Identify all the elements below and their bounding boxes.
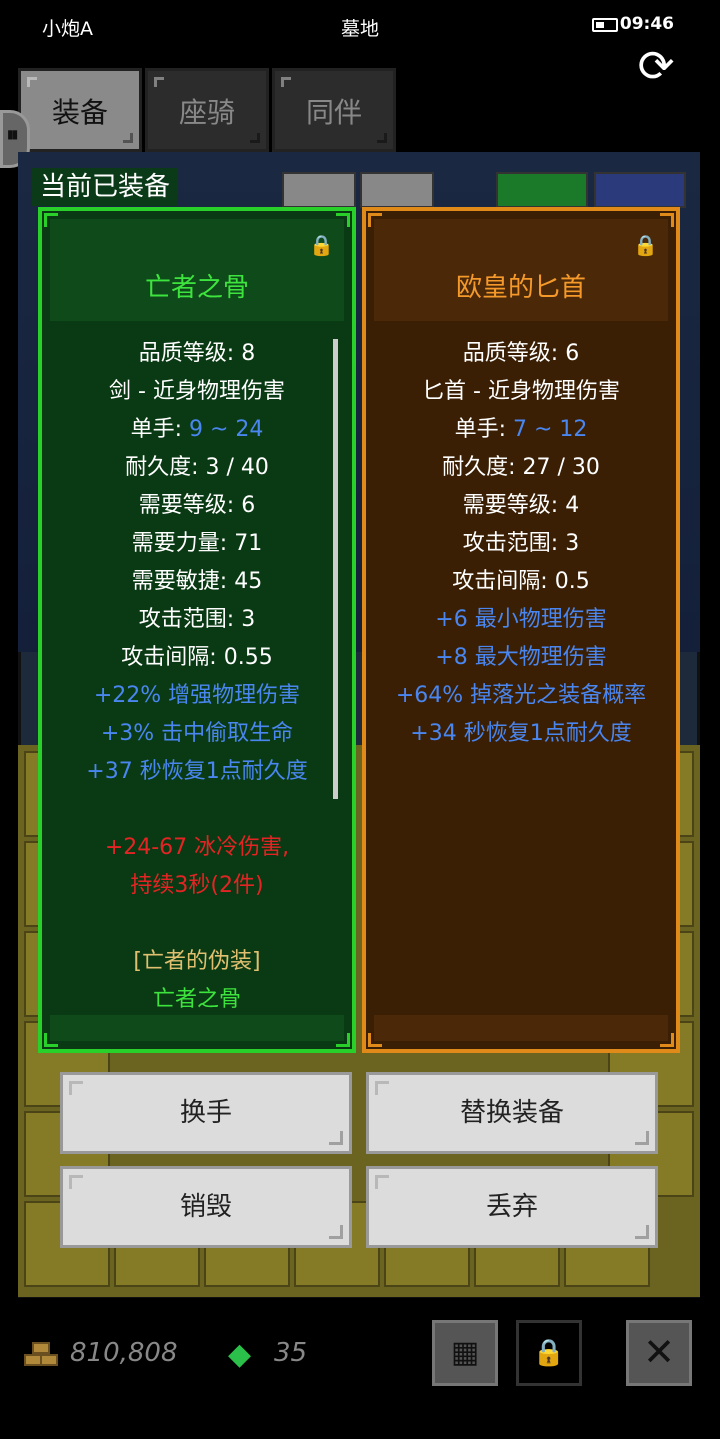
lock-toggle-button[interactable]: 🔒	[516, 1320, 582, 1386]
set-bonus: 持续3秒(2件)	[130, 873, 264, 898]
stat-value: 9 ~ 24	[188, 417, 264, 442]
stat-line: 需要力量: 71	[131, 531, 263, 556]
stat-value: 7 ~ 12	[512, 417, 588, 442]
equipment-slot[interactable]	[282, 172, 356, 208]
replace-equipment-button[interactable]: 替换装备	[366, 1072, 658, 1154]
item-card-header: 🔒 亡者之骨	[50, 219, 344, 321]
stat-line: 剑 - 近身物理伤害	[109, 379, 285, 404]
stat-bonus: +8 最大物理伤害	[435, 645, 607, 670]
stat-line: 攻击范围: 3	[138, 607, 256, 632]
stat-line: 需要敏捷: 45	[131, 569, 263, 594]
item-stats: 品质等级: 8 剑 - 近身物理伤害 单手: 9 ~ 24 耐久度: 3 / 4…	[42, 335, 352, 1019]
stat-bonus: +22% 增强物理伤害	[93, 683, 301, 708]
battery-icon	[592, 18, 618, 32]
stat-line: 耐久度: 3 / 40	[125, 455, 269, 480]
stat-line: 需要等级: 6	[138, 493, 256, 518]
item-card-equipped: 🔒 亡者之骨 品质等级: 8 剑 - 近身物理伤害 单手: 9 ~ 24 耐久度…	[38, 207, 356, 1053]
stat-bonus: +64% 掉落光之装备概率	[395, 683, 647, 708]
discard-button[interactable]: 丢弃	[366, 1166, 658, 1248]
stat-line: 品质等级: 8	[138, 341, 256, 366]
equipment-slot[interactable]	[360, 172, 434, 208]
stat-line: 攻击间隔: 0.5	[452, 569, 590, 594]
stat-line: 单手: 9 ~ 24	[42, 411, 352, 449]
replace-equipment-label: 替换装备	[459, 1098, 564, 1128]
item-card-header: 🔒 欧皇的匕首	[374, 219, 668, 321]
tab-mount-label: 座骑	[178, 96, 235, 129]
grid-icon: ▦	[450, 1335, 480, 1370]
set-name: [亡者的伪装]	[133, 949, 261, 974]
gold-coins-icon	[24, 1340, 62, 1370]
discard-label: 丢弃	[485, 1192, 538, 1222]
swap-hand-button[interactable]: 换手	[60, 1072, 352, 1154]
close-icon: ✕	[643, 1330, 675, 1374]
close-button[interactable]: ✕	[626, 1320, 692, 1386]
tab-companion[interactable]: 同伴	[272, 68, 396, 152]
stat-line: 攻击范围: 3	[462, 531, 580, 556]
stat-bonus: +6 最小物理伤害	[435, 607, 607, 632]
stat-line: 攻击间隔: 0.55	[121, 645, 273, 670]
item-card-new: 🔒 欧皇的匕首 品质等级: 6 匕首 - 近身物理伤害 单手: 7 ~ 12 耐…	[362, 207, 680, 1053]
lock-icon[interactable]: 🔒	[309, 233, 334, 257]
stat-bonus: +37 秒恢复1点耐久度	[86, 759, 308, 784]
equipment-slot[interactable]	[496, 172, 588, 208]
lock-icon: 🔒	[532, 1338, 566, 1368]
stat-bonus: +3% 击中偷取生命	[100, 721, 294, 746]
destroy-button[interactable]: 销毁	[60, 1166, 352, 1248]
tab-mount[interactable]: 座骑	[145, 68, 269, 152]
swap-hand-label: 换手	[179, 1098, 232, 1128]
item-name: 亡者之骨	[144, 273, 249, 303]
tab-companion-label: 同伴	[305, 96, 362, 129]
status-bar: 小炮A 墓地 09:46	[0, 0, 720, 54]
set-bonus: +24-67 冰冷伤害,	[104, 835, 290, 860]
refresh-icon[interactable]: ⟳	[632, 44, 680, 90]
stat-line: 品质等级: 6	[462, 341, 580, 366]
stat-line: 单手: 7 ~ 12	[366, 411, 676, 449]
stat-bonus: +34 秒恢复1点耐久度	[410, 721, 632, 746]
tab-equipment[interactable]: 装备	[18, 68, 142, 152]
gold-amount: 810,808	[70, 1338, 178, 1368]
grid-view-button[interactable]: ▦	[432, 1320, 498, 1386]
stat-label: 单手:	[130, 417, 189, 442]
tab-equipment-label: 装备	[51, 96, 108, 129]
destroy-label: 销毁	[179, 1192, 232, 1222]
item-name: 欧皇的匕首	[455, 273, 586, 303]
gem-icon: ◆	[228, 1337, 252, 1372]
stat-line: 需要等级: 4	[462, 493, 580, 518]
stat-line: 匕首 - 近身物理伤害	[422, 379, 620, 404]
stat-line: 耐久度: 27 / 30	[442, 455, 600, 480]
equipment-slot[interactable]	[594, 172, 686, 208]
clock: 09:46	[619, 14, 674, 34]
equipped-header: 当前已装备	[32, 168, 179, 206]
item-stats: 品质等级: 6 匕首 - 近身物理伤害 单手: 7 ~ 12 耐久度: 27 /…	[366, 335, 676, 753]
stat-label: 单手:	[454, 417, 513, 442]
set-piece: 亡者之骨	[152, 987, 241, 1012]
lock-icon[interactable]: 🔒	[633, 233, 658, 257]
gem-amount: 35	[274, 1338, 308, 1368]
